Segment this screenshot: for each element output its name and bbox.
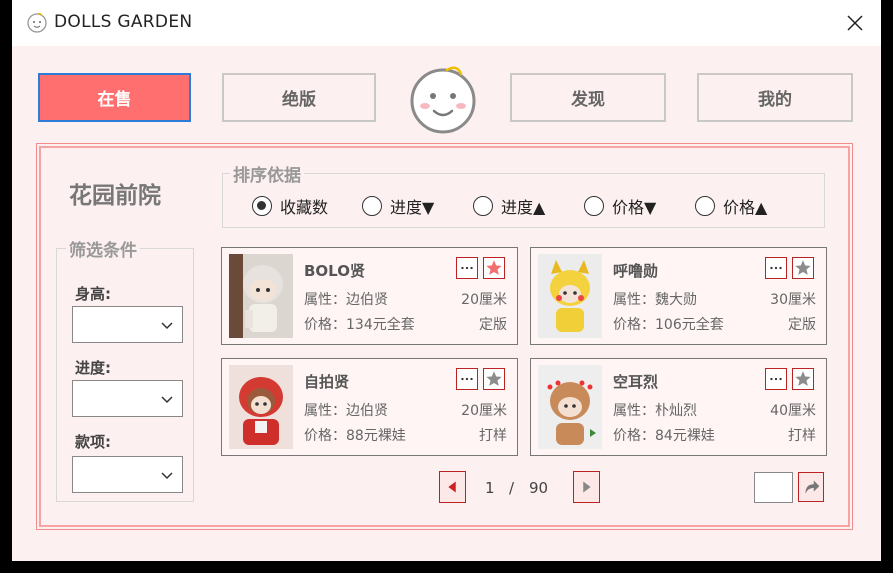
filter-legend: 筛选条件 xyxy=(66,236,140,261)
doll-photo xyxy=(538,254,602,338)
doll-card[interactable]: 空耳烈 属性：朴灿烈 40厘米 价格：84元裸娃 打样 xyxy=(530,358,827,456)
chevron-down-icon xyxy=(161,396,173,404)
nav-out-of-print-button[interactable]: 绝版 xyxy=(222,73,376,122)
radio-indicator xyxy=(473,196,493,216)
page-title: 花园前院 xyxy=(69,183,161,209)
doll-attribute: 属性：边伯贤 xyxy=(304,403,388,419)
title-bar: DOLLS GARDEN xyxy=(12,0,881,46)
more-icon[interactable] xyxy=(456,368,478,390)
star-icon[interactable] xyxy=(483,257,505,279)
prev-arrow-icon[interactable] xyxy=(439,471,466,503)
doll-price: 价格：88元裸娃 xyxy=(304,428,406,444)
next-arrow-icon[interactable] xyxy=(573,471,600,503)
doll-card[interactable]: 自拍贤 属性：边伯贤 20厘米 价格：88元裸娃 打样 xyxy=(221,358,518,456)
sort-legend: 排序依据 xyxy=(230,161,304,186)
progress-select[interactable] xyxy=(72,380,183,417)
doll-price: 价格：106元全套 xyxy=(613,317,724,333)
nav-on-sale-button[interactable]: 在售 xyxy=(38,73,191,122)
radio-selected-indicator xyxy=(252,196,272,216)
nav-mine-button[interactable]: 我的 xyxy=(697,73,853,122)
doll-price: 价格：134元全套 xyxy=(304,317,415,333)
page-separator: / xyxy=(509,479,515,497)
doll-name: 呼噜勋 xyxy=(613,262,659,280)
doll-attribute: 属性：朴灿烈 xyxy=(613,403,697,419)
height-label: 身高: xyxy=(75,285,111,303)
doll-status: 定版 xyxy=(479,317,507,333)
sort-option-label: 进度▲ xyxy=(501,198,546,217)
height-select[interactable] xyxy=(72,306,183,343)
total-pages: 90 xyxy=(529,479,549,497)
more-icon[interactable] xyxy=(765,368,787,390)
doll-price: 价格：84元裸娃 xyxy=(613,428,715,444)
doll-status: 打样 xyxy=(479,428,507,444)
jump-arrow-icon[interactable] xyxy=(798,472,824,502)
sort-option-price-asc[interactable]: 价格▲ xyxy=(695,194,767,218)
sort-option-label: 价格▼ xyxy=(612,198,657,217)
doll-card[interactable]: BOLO贤 属性：边伯贤 20厘米 价格：134元全套 定版 xyxy=(221,247,518,345)
sort-option-price-desc[interactable]: 价格▼ xyxy=(584,194,656,218)
more-icon[interactable] xyxy=(765,257,787,279)
doll-name: BOLO贤 xyxy=(304,262,365,280)
sort-option-label: 收藏数 xyxy=(280,198,329,217)
doll-attribute: 属性：魏大勋 xyxy=(613,292,697,308)
sort-option-progress-asc[interactable]: 进度▲ xyxy=(473,194,545,218)
doll-face-icon xyxy=(27,13,47,33)
star-icon[interactable] xyxy=(792,257,814,279)
nav-discover-button[interactable]: 发现 xyxy=(510,73,666,122)
sort-option-label: 进度▼ xyxy=(390,198,435,217)
sort-option-label: 价格▲ xyxy=(723,198,768,217)
doll-face-logo-icon xyxy=(410,66,476,134)
doll-size: 40厘米 xyxy=(770,403,816,419)
current-page: 1 xyxy=(485,479,495,497)
doll-status: 打样 xyxy=(788,428,816,444)
chevron-down-icon xyxy=(161,472,173,480)
app-window: DOLLS GARDEN 在售 绝版 发现 我的 花园前院 筛选条件 身高: 进… xyxy=(12,0,881,561)
doll-photo xyxy=(229,365,293,449)
chevron-down-icon xyxy=(161,322,173,330)
doll-size: 20厘米 xyxy=(461,292,507,308)
doll-attribute: 属性：边伯贤 xyxy=(304,292,388,308)
doll-name: 空耳烈 xyxy=(613,373,659,391)
progress-label: 进度: xyxy=(75,359,111,377)
type-select[interactable] xyxy=(72,456,183,493)
doll-photo xyxy=(229,254,293,338)
radio-indicator xyxy=(584,196,604,216)
doll-status: 定版 xyxy=(788,317,816,333)
radio-indicator xyxy=(695,196,715,216)
doll-size: 20厘米 xyxy=(461,403,507,419)
doll-card[interactable]: 呼噜勋 属性：魏大勋 30厘米 价格：106元全套 定版 xyxy=(530,247,827,345)
sort-option-favorites[interactable]: 收藏数 xyxy=(252,194,328,218)
doll-size: 30厘米 xyxy=(770,292,816,308)
doll-name: 自拍贤 xyxy=(304,373,350,391)
radio-indicator xyxy=(362,196,382,216)
type-label: 款项: xyxy=(75,433,111,451)
doll-photo xyxy=(538,365,602,449)
close-icon[interactable] xyxy=(843,11,867,35)
page-jump-input[interactable] xyxy=(754,472,793,503)
star-icon[interactable] xyxy=(483,368,505,390)
sort-option-progress-desc[interactable]: 进度▼ xyxy=(362,194,434,218)
more-icon[interactable] xyxy=(456,257,478,279)
star-icon[interactable] xyxy=(792,368,814,390)
app-title: DOLLS GARDEN xyxy=(54,12,193,32)
